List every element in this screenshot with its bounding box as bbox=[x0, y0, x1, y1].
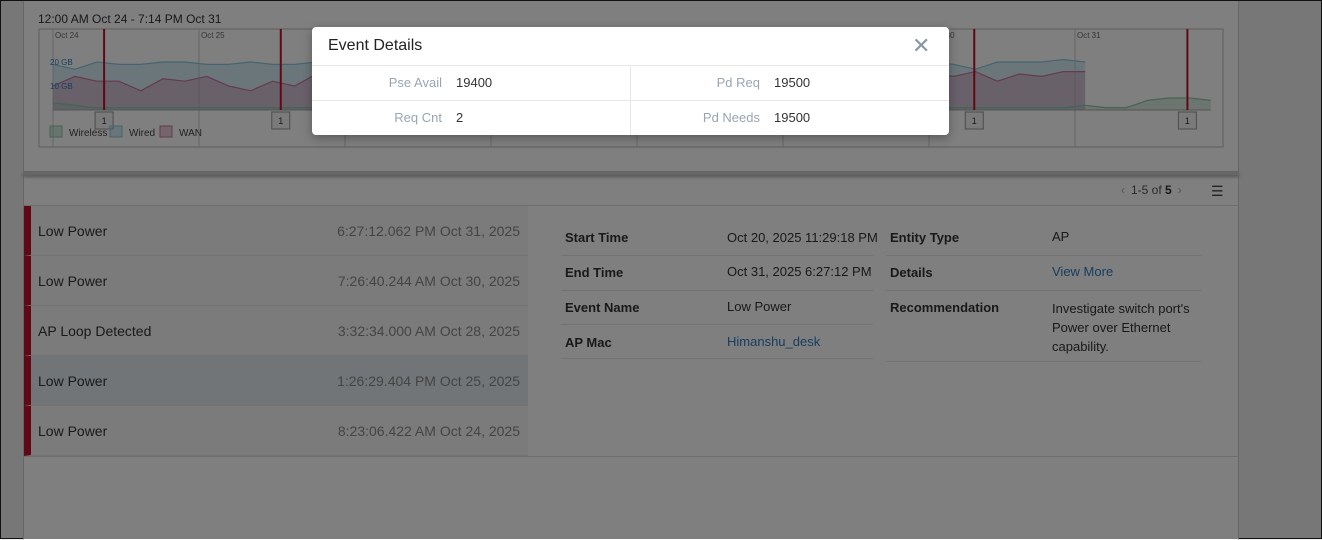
pse-avail-label: Pse Avail bbox=[388, 75, 442, 90]
pd-needs-value: 19500 bbox=[774, 110, 811, 125]
req-cnt-label: Req Cnt bbox=[394, 110, 442, 125]
pd-needs-label: Pd Needs bbox=[702, 110, 760, 125]
pse-avail-value: 19400 bbox=[456, 75, 493, 90]
pd-req-label: Pd Req bbox=[716, 75, 760, 90]
event-details-modal: Event Details ✕ Pse Avail 19400 Pd Req 1… bbox=[312, 27, 949, 135]
close-icon[interactable]: ✕ bbox=[912, 33, 930, 59]
pd-req-value: 19500 bbox=[774, 75, 811, 90]
modal-title: Event Details bbox=[328, 37, 423, 54]
req-cnt-value: 2 bbox=[456, 110, 464, 125]
